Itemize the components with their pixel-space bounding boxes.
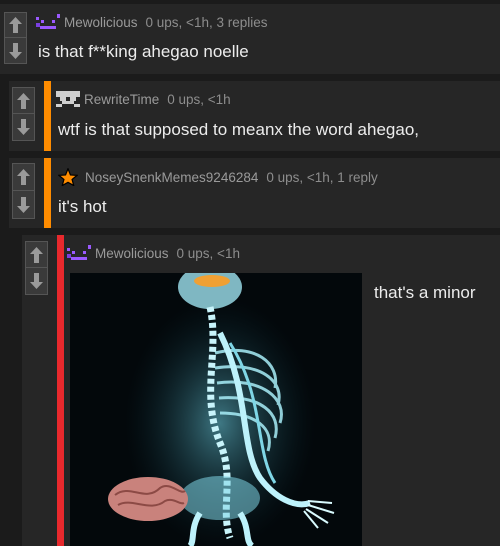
- xray-skeleton-image: [70, 273, 362, 546]
- thread-bar: [57, 235, 64, 546]
- downvote-button[interactable]: [12, 114, 35, 141]
- upvote-button[interactable]: [4, 12, 27, 38]
- comment-text: wtf is that supposed to meanx the word a…: [58, 120, 420, 139]
- comment-stats: 0 ups, <1h: [176, 245, 240, 261]
- avatar-icon: [67, 245, 91, 260]
- arrow-up-icon: [9, 17, 22, 33]
- thread-bar: [44, 158, 51, 228]
- upvote-button[interactable]: [25, 241, 48, 268]
- comment-4: Mewolicious 0 ups, <1h that's a minor: [22, 235, 500, 546]
- comment-stats: 0 ups, <1h, 1 reply: [266, 169, 378, 185]
- comment-2: RewriteTime 0 ups, <1h wtf is that suppo…: [9, 81, 500, 151]
- username-link[interactable]: NoseySnenkMemes9246284: [85, 170, 258, 185]
- upvote-button[interactable]: [12, 87, 35, 114]
- arrow-up-icon: [30, 246, 43, 263]
- vote-controls: [12, 87, 35, 141]
- comment-3: NoseySnenkMemes9246284 0 ups, <1h, 1 rep…: [9, 158, 500, 228]
- username-link[interactable]: Mewolicious: [64, 15, 138, 30]
- arrow-down-icon: [9, 42, 22, 59]
- meme-image[interactable]: [70, 273, 362, 546]
- comment-meta: Mewolicious 0 ups, <1h: [67, 245, 240, 261]
- star-icon: [58, 168, 78, 186]
- comment-1: Mewolicious 0 ups, <1h, 3 replies is tha…: [0, 4, 500, 74]
- avatar-icon: [36, 14, 60, 29]
- vote-controls: [4, 12, 27, 64]
- avatar-icon: [56, 91, 80, 107]
- comment-stats: 0 ups, <1h, 3 replies: [145, 14, 268, 30]
- comment-text: that's a minor: [374, 283, 476, 302]
- comment-text: is that f**king ahegao noelle: [38, 42, 249, 61]
- downvote-button[interactable]: [12, 191, 35, 219]
- arrow-down-icon: [17, 196, 30, 213]
- username-link[interactable]: Mewolicious: [95, 246, 169, 261]
- arrow-down-icon: [30, 273, 43, 289]
- downvote-button[interactable]: [25, 268, 48, 295]
- comment-meta: NoseySnenkMemes9246284 0 ups, <1h, 1 rep…: [58, 168, 378, 186]
- upvote-button[interactable]: [12, 163, 35, 191]
- comment-stats: 0 ups, <1h: [167, 91, 231, 107]
- comment-meta: Mewolicious 0 ups, <1h, 3 replies: [36, 14, 268, 30]
- username-link[interactable]: RewriteTime: [84, 92, 159, 107]
- vote-controls: [12, 163, 35, 219]
- arrow-down-icon: [17, 119, 30, 135]
- vote-controls: [25, 241, 48, 295]
- downvote-button[interactable]: [4, 38, 27, 64]
- thread-bar: [44, 81, 51, 151]
- comment-meta: RewriteTime 0 ups, <1h: [56, 91, 231, 107]
- arrow-up-icon: [17, 169, 30, 185]
- arrow-up-icon: [17, 92, 30, 109]
- comment-text: it's hot: [58, 197, 107, 216]
